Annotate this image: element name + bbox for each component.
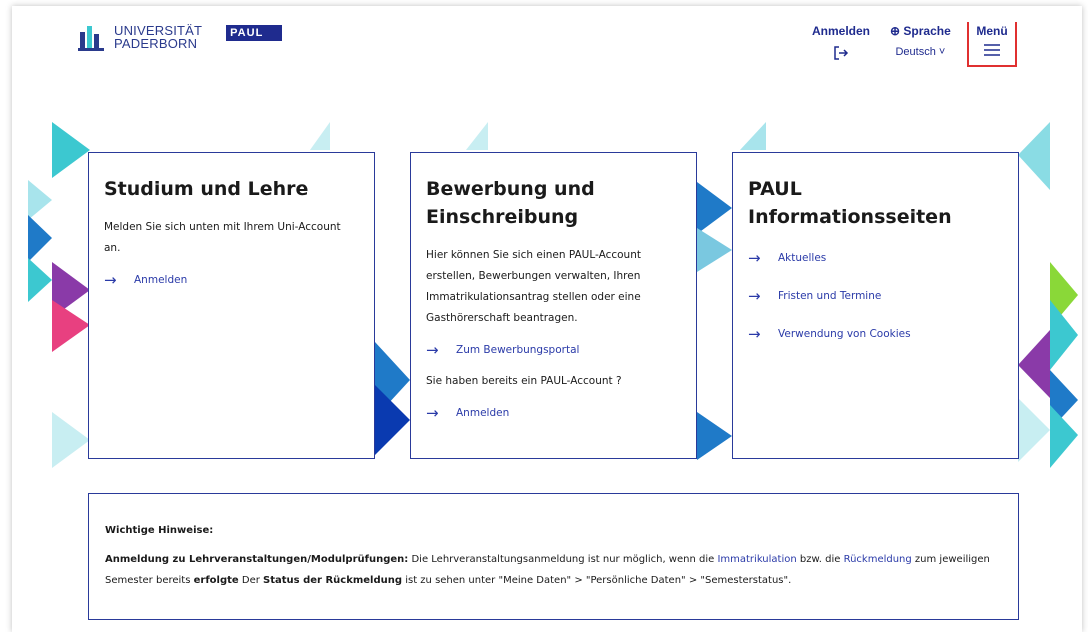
menu-label: Menü (976, 24, 1008, 38)
arrow-right-icon: → (748, 325, 761, 343)
immatrikulation-link[interactable]: Immatrikulation (717, 554, 796, 565)
card-informationsseiten: PAUL Informationsseiten → Aktuelles → Fr… (732, 152, 1019, 459)
card-text: Melden Sie sich unten mit Ihrem Uni-Acco… (104, 221, 341, 254)
notice-text-part: Die Lehrveranstaltungsanmeldung ist nur … (408, 554, 718, 565)
language-label: Sprache (903, 24, 951, 38)
card-title: Bewerbung und Einschreibung (426, 178, 595, 228)
globe-icon: ⊕ (890, 24, 901, 38)
notice-text-part: ist zu sehen unter "Meine Daten" > "Pers… (402, 575, 792, 586)
notice-bold: Status der Rückmeldung (263, 575, 403, 586)
arrow-right-icon: → (748, 249, 761, 267)
link-label: Verwendung von Cookies (778, 328, 911, 340)
link-label: Aktuelles (778, 252, 827, 264)
notice-lead: Anmeldung zu Lehrveranstaltungen/Modulpr… (105, 554, 409, 565)
login-link[interactable]: → Anmelden (426, 404, 681, 422)
university-name-line2: PADERBORN (114, 36, 198, 51)
notice-text: Anmeldung zu Lehrveranstaltungen/Modulpr… (105, 549, 1002, 591)
arrow-right-icon: → (426, 341, 439, 359)
paul-logo-subtext (226, 41, 282, 49)
link-label: Anmelden (134, 274, 188, 286)
language-selector[interactable]: ⊕ Sprache Deutsch ˅ (890, 24, 951, 58)
card-studium: Studium und Lehre Melden Sie sich unten … (88, 152, 375, 459)
language-value: Deutsch (895, 46, 936, 58)
link-label: Anmelden (456, 407, 510, 419)
card-text-secondary: Sie haben bereits ein PAUL-Account ? (426, 375, 622, 387)
login-label: Anmelden (812, 24, 871, 38)
notice-bold: erfolgte (193, 575, 239, 586)
rueckmeldung-link[interactable]: Rückmeldung (844, 554, 912, 565)
paul-logo[interactable]: PAUL (226, 25, 283, 49)
paul-logo-text: PAUL (226, 25, 283, 41)
link-label: Fristen und Termine (778, 290, 882, 302)
university-emblem-icon (78, 26, 104, 51)
cookies-link[interactable]: → Verwendung von Cookies (748, 325, 1003, 343)
login-icon (812, 46, 870, 63)
chevron-down-icon: ˅ (938, 46, 946, 58)
news-link[interactable]: → Aktuelles (748, 249, 1003, 267)
notice-text-part: bzw. die (796, 554, 844, 565)
login-button[interactable]: Anmelden (812, 24, 870, 63)
notice-heading: Wichtige Hinweise: (105, 525, 214, 536)
login-link[interactable]: → Anmelden (104, 271, 359, 289)
important-notice: Wichtige Hinweise: Anmeldung zu Lehrvera… (88, 493, 1019, 620)
arrow-right-icon: → (104, 271, 117, 289)
card-bewerbung: Bewerbung und Einschreibung Hier können … (410, 152, 697, 459)
deadlines-link[interactable]: → Fristen und Termine (748, 287, 1003, 305)
card-title: PAUL Informationsseiten (748, 178, 952, 228)
notice-text-part: Der (238, 575, 264, 586)
university-logo[interactable]: UNIVERSITÄT PADERBORN PAUL (78, 22, 283, 52)
hamburger-icon (969, 44, 1015, 59)
arrow-right-icon: → (748, 287, 761, 305)
card-title: Studium und Lehre (104, 178, 309, 200)
card-text: Hier können Sie sich einen PAUL-Account … (426, 249, 641, 324)
application-portal-link[interactable]: → Zum Bewerbungsportal (426, 341, 681, 359)
arrow-right-icon: → (426, 404, 439, 422)
menu-button[interactable]: Menü (967, 22, 1017, 67)
university-name: UNIVERSITÄT PADERBORN (114, 24, 202, 50)
link-label: Zum Bewerbungsportal (456, 344, 580, 356)
